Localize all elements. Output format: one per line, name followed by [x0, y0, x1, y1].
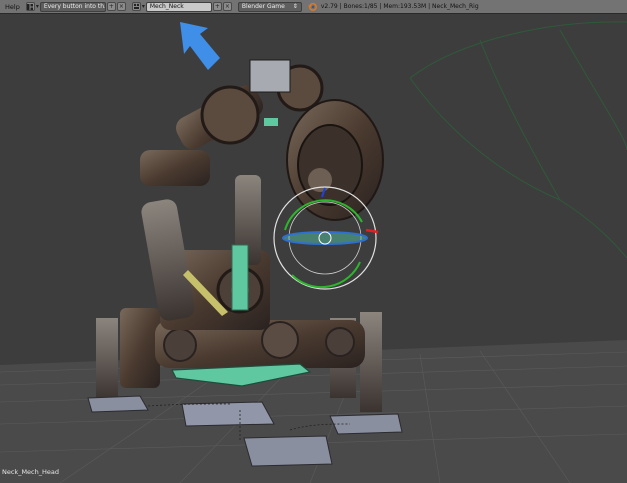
blender-logo-icon [308, 2, 317, 11]
render-engine-label: Blender Game [241, 2, 285, 10]
scene-icon[interactable] [131, 2, 141, 11]
add-icon[interactable]: + [106, 2, 116, 11]
info-stats: v2.79 | Bones:1/85 | Mem:193.53M | Neck_… [320, 3, 479, 10]
scene-name-field[interactable]: Mech_Neck [145, 1, 212, 12]
add-icon[interactable]: + [212, 2, 222, 11]
help-menu[interactable]: Help [0, 3, 24, 11]
bone-shoulder[interactable] [264, 118, 278, 126]
close-icon[interactable]: × [116, 2, 126, 11]
arrow-pointer-icon [180, 22, 220, 70]
foot-front-center[interactable] [181, 401, 275, 427]
foot-back-right[interactable] [329, 413, 403, 435]
close-icon[interactable]: × [222, 2, 232, 11]
active-object-label: Neck_Mech_Head [2, 468, 59, 476]
dropdown-arrow-icon: ⇕ [292, 2, 298, 10]
screen-layout-field[interactable]: Every button into th... [39, 1, 106, 12]
bone-arm[interactable] [231, 244, 249, 311]
foot-back-center[interactable] [243, 435, 333, 467]
layout-icon[interactable] [25, 2, 35, 11]
3d-viewport[interactable] [0, 14, 627, 483]
info-header: Help ▾ Every button into th... + × ▾ Mec… [0, 0, 627, 14]
foot-front-left[interactable] [87, 395, 149, 413]
render-engine-dropdown[interactable]: Blender Game ⇕ [237, 1, 302, 12]
